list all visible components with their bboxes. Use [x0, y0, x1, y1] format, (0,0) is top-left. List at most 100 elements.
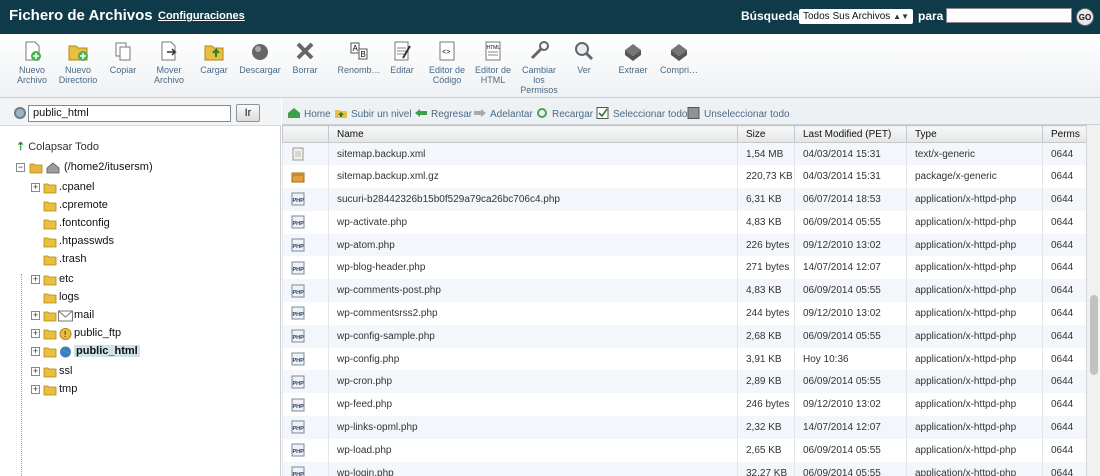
- back-button[interactable]: Regresar: [414, 107, 472, 120]
- expand-toggle-icon[interactable]: +: [31, 347, 40, 356]
- expand-toggle-icon[interactable]: +: [31, 385, 40, 394]
- file-icon-cell: PHP: [282, 302, 329, 325]
- tree-item-logs[interactable]: logs: [31, 290, 231, 306]
- tree-item-ssl[interactable]: + ssl: [31, 364, 231, 380]
- home-nav-button[interactable]: Home: [287, 107, 331, 120]
- directory-tree-panel: public_html Ir ⇡ Colapsar Todo − (/home2/…: [0, 98, 281, 476]
- go-button[interactable]: GO: [1076, 8, 1094, 26]
- vertical-scrollbar[interactable]: [1086, 125, 1100, 476]
- toolbar-button-view[interactable]: Ver: [561, 40, 607, 75]
- toolbar-button-delete[interactable]: Borrar: [282, 40, 328, 75]
- tree-item-dot-cpanel[interactable]: + .cpanel: [31, 180, 231, 196]
- reload-button[interactable]: Recargar: [535, 107, 593, 120]
- toolbar-button-label: Cambiar los Permisos: [520, 65, 558, 95]
- toolbar-button-copy[interactable]: Copiar: [100, 40, 146, 75]
- column-header-size[interactable]: Size: [737, 125, 795, 143]
- toolbar-button-permissions[interactable]: Cambiar los Permisos: [516, 40, 562, 95]
- table-row[interactable]: PHP wp-links-opml.php 2,32 KB 14/07/2014 12…: [282, 416, 1087, 439]
- copy-icon: [112, 40, 134, 62]
- select-all-button[interactable]: Seleccionar todo: [596, 107, 688, 120]
- tree-root[interactable]: − (/home2/itusersm): [16, 160, 216, 176]
- tree-item-etc[interactable]: + etc: [31, 272, 231, 288]
- tree-item-tmp[interactable]: + tmp: [31, 382, 231, 398]
- toolbar-button-code-editor[interactable]: <> Editor de Código: [424, 40, 470, 85]
- file-name-cell: sitemap.backup.xml: [328, 142, 738, 166]
- expand-toggle-icon[interactable]: +: [31, 329, 40, 338]
- tree-item-mail[interactable]: + mail: [31, 308, 231, 324]
- tree-item-dot-cpremote[interactable]: .cpremote: [31, 198, 231, 214]
- tree-item-dot-htpasswds[interactable]: .htpasswds: [31, 234, 231, 250]
- file-name-cell: wp-config-sample.php: [328, 324, 738, 348]
- expand-toggle-icon[interactable]: +: [31, 183, 40, 192]
- unselect-all-button[interactable]: Unseleccionar todo: [687, 107, 790, 120]
- path-input[interactable]: public_html: [28, 105, 231, 122]
- file-modified-cell: 04/03/2014 15:31: [794, 142, 907, 166]
- folder-icon: [43, 201, 57, 212]
- search-scope-select[interactable]: Todos Sus Archivos ▲▼: [799, 9, 913, 24]
- collapse-all-link[interactable]: ⇡ Colapsar Todo: [16, 140, 99, 153]
- expand-toggle-icon[interactable]: +: [31, 311, 40, 320]
- tree-item-public-ftp[interactable]: +! public_ftp: [31, 326, 231, 342]
- toolbar-button-label: Editor de HTML: [474, 65, 512, 85]
- toolbar-button-rename[interactable]: A B Renomb…: [336, 40, 382, 75]
- toolbar-button-upload[interactable]: Cargar: [191, 40, 237, 75]
- table-row[interactable]: PHP wp-blog-header.php 271 bytes 14/07/2014…: [282, 256, 1087, 280]
- table-row[interactable]: PHP wp-load.php 2,65 KB 06/09/2014 05:55 app…: [282, 438, 1087, 462]
- tree-item-public-html[interactable]: + public_html: [31, 344, 231, 360]
- toolbar-button-compress[interactable]: Compri…: [656, 40, 702, 75]
- folder-icon: [43, 275, 57, 286]
- column-header-perms[interactable]: Perms: [1042, 125, 1087, 143]
- table-row[interactable]: PHP wp-activate.php 4,83 KB 06/09/2014 05:5…: [282, 210, 1087, 234]
- file-icon-cell: PHP: [282, 370, 329, 394]
- column-header-modified[interactable]: Last Modified (PET): [794, 125, 907, 143]
- toolbar-button-extract[interactable]: Extraer: [610, 40, 656, 75]
- table-row[interactable]: PHP wp-commentsrss2.php 244 bytes 09/12/201…: [282, 302, 1087, 325]
- go-path-button[interactable]: Ir: [236, 104, 260, 122]
- up-level-button[interactable]: Subir un nivel: [334, 107, 412, 120]
- search-input[interactable]: [946, 8, 1072, 23]
- settings-link[interactable]: Configuraciones: [158, 10, 245, 22]
- checkbox-empty-icon: [687, 107, 700, 119]
- file-size-cell: 32,27 KB: [737, 461, 795, 476]
- svg-text:PHP: PHP: [293, 267, 305, 273]
- table-row[interactable]: sitemap.backup.xml.gz 220,73 KB 04/03/2014…: [282, 165, 1087, 189]
- home-icon: [46, 162, 60, 174]
- toolbar-button-move[interactable]: Mover Archivo: [146, 40, 192, 85]
- php-file-icon: PHP: [291, 306, 305, 320]
- file-modified-cell: 09/12/2010 13:02: [794, 393, 907, 417]
- reload-icon: [537, 108, 547, 118]
- expand-toggle-icon[interactable]: +: [31, 275, 40, 284]
- tree-item-dot-trash[interactable]: .trash: [31, 252, 231, 268]
- file-type-cell: application/x-httpd-php: [906, 416, 1043, 439]
- folder-icon: [43, 237, 57, 248]
- tree-item-label: .trash: [59, 253, 87, 265]
- file-size-cell: 220,73 KB: [737, 165, 795, 189]
- table-row[interactable]: PHP wp-login.php 32,27 KB 06/09/2014 05:55 a…: [282, 461, 1087, 476]
- toolbar-button-edit[interactable]: Editar: [379, 40, 425, 75]
- column-header-name[interactable]: Name: [328, 125, 738, 143]
- expand-toggle-icon[interactable]: +: [31, 367, 40, 376]
- table-row[interactable]: PHP wp-config.php 3,91 KB Hoy 10:36 applicat…: [282, 347, 1087, 371]
- file-name-cell: wp-activate.php: [328, 210, 738, 234]
- collapse-toggle-icon[interactable]: −: [16, 163, 25, 172]
- table-row[interactable]: sitemap.backup.xml 1,54 MB 04/03/2014 15:3…: [282, 142, 1087, 166]
- column-header-type[interactable]: Type: [906, 125, 1043, 143]
- file-perms-cell: 0644: [1042, 324, 1087, 348]
- ftp-icon: !: [59, 328, 72, 340]
- table-row[interactable]: PHP wp-feed.php 246 bytes 09/12/2010 13:02 a…: [282, 393, 1087, 417]
- table-row[interactable]: PHP sucuri-b28442326b15b0f529a79ca26bc706…: [282, 188, 1087, 211]
- table-row[interactable]: PHP wp-atom.php 226 bytes 09/12/2010 13:02 a…: [282, 233, 1087, 257]
- file-modified-cell: 09/12/2010 13:02: [794, 233, 907, 257]
- scrollbar-thumb[interactable]: [1090, 295, 1098, 375]
- table-row[interactable]: PHP wp-cron.php 2,89 KB 06/09/2014 05:55 app…: [282, 370, 1087, 394]
- toolbar-button-new-folder[interactable]: Nuevo Directorio: [55, 40, 101, 85]
- file-icon-cell: PHP: [282, 393, 329, 417]
- tree-item-dot-fontconfig[interactable]: .fontconfig: [31, 216, 231, 232]
- toolbar-button-new-file[interactable]: Nuevo Archivo: [9, 40, 55, 85]
- toolbar-button-html-editor[interactable]: HTML Editor de HTML: [470, 40, 516, 85]
- table-row[interactable]: PHP wp-comments-post.php 4,83 KB 06/09/2014…: [282, 279, 1087, 303]
- forward-button[interactable]: Adelantar: [473, 107, 533, 120]
- file-type-cell: text/x-generic: [906, 142, 1043, 166]
- toolbar-button-download[interactable]: Descargar: [237, 40, 283, 75]
- table-row[interactable]: PHP wp-config-sample.php 2,68 KB 06/09/2014…: [282, 324, 1087, 348]
